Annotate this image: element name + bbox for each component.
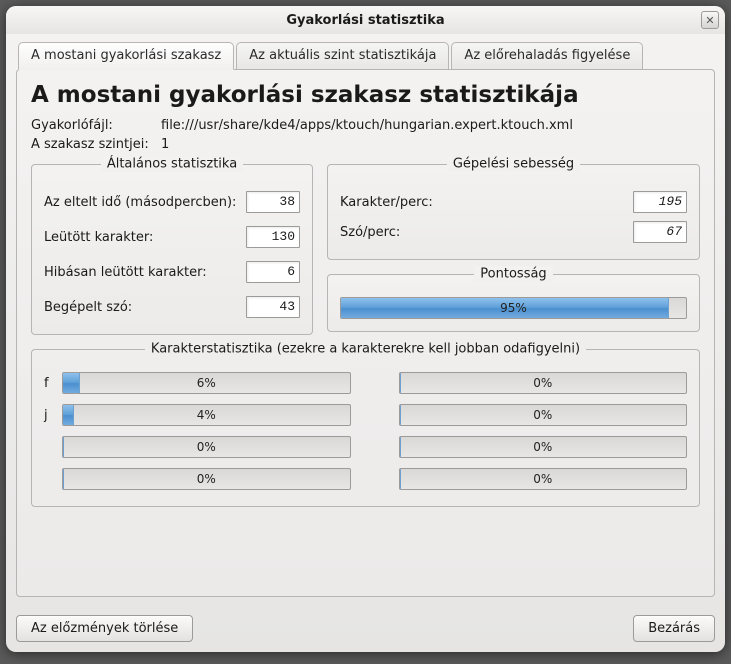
titlebar[interactable]: Gyakorlási statisztika ✕ [6, 6, 725, 34]
charstat-value: 0% [63, 469, 350, 489]
charstat-row: 0% [381, 436, 688, 458]
typed-value: 130 [246, 226, 300, 248]
typed-label: Leütött karakter: [44, 230, 153, 245]
charstat-value: 6% [63, 373, 350, 393]
elapsed-value: 38 [246, 191, 300, 213]
charstat-progress: 0% [62, 468, 351, 490]
tab-current-level[interactable]: Az aktuális szint statisztikája [236, 42, 449, 70]
wrong-value: 6 [246, 261, 300, 283]
charstat-value: 0% [400, 405, 687, 425]
group-charstats-legend: Karakterstatisztika (ezekre a karakterek… [145, 342, 586, 357]
group-general: Általános statisztika Az eltelt idő (más… [31, 164, 313, 335]
group-charstats: Karakterstatisztika (ezekre a karakterek… [31, 349, 700, 507]
tab-progress[interactable]: Az előrehaladás figyelése [451, 42, 643, 70]
meta-levels: A szakasz szintjei: 1 [31, 137, 700, 152]
group-speed: Gépelési sebesség Karakter/perc: 195 Szó… [327, 164, 700, 260]
charstat-progress: 4% [62, 404, 351, 426]
meta-file: Gyakorlófájl: file:///usr/share/kde4/app… [31, 118, 700, 133]
charstat-progress: 0% [62, 436, 351, 458]
accuracy-progress: 95% [340, 297, 687, 319]
charstat-progress: 0% [399, 404, 688, 426]
charstat-value: 0% [400, 437, 687, 457]
cpm-value: 195 [633, 191, 687, 213]
charstat-row: 0% [44, 468, 351, 490]
dialog-window: Gyakorlási statisztika ✕ A mostani gyako… [6, 6, 725, 652]
words-label: Begépelt szó: [44, 300, 132, 315]
meta-file-label: Gyakorlófájl: [31, 118, 161, 133]
charstat-value: 0% [400, 469, 687, 489]
charstat-row: 0% [44, 436, 351, 458]
charstat-value: 4% [63, 405, 350, 425]
charstat-row: 0% [381, 468, 688, 490]
accuracy-value: 95% [341, 298, 686, 318]
charstat-progress: 6% [62, 372, 351, 394]
elapsed-label: Az eltelt idő (másodpercben): [44, 195, 236, 210]
charstat-char: f [44, 376, 54, 391]
words-value: 43 [246, 296, 300, 318]
tabbar: A mostani gyakorlási szakasz Az aktuális… [18, 42, 715, 70]
charstat-char: j [44, 408, 54, 423]
meta-levels-label: A szakasz szintjei: [31, 137, 161, 152]
close-button[interactable]: Bezárás [633, 615, 715, 642]
content-area: A mostani gyakorlási szakasz Az aktuális… [6, 34, 725, 607]
charstat-progress: 0% [399, 372, 688, 394]
meta-levels-value: 1 [161, 137, 169, 152]
wpm-label: Szó/perc: [340, 225, 400, 240]
charstat-row: 0% [381, 372, 688, 394]
page-title: A mostani gyakorlási szakasz statisztiká… [31, 82, 700, 108]
clear-history-button[interactable]: Az előzmények törlése [16, 615, 193, 642]
charstat-row: 0% [381, 404, 688, 426]
cpm-label: Karakter/perc: [340, 195, 433, 210]
charstats-right-col: 0% 0% 0% 0% [381, 372, 688, 490]
tab-panel: A mostani gyakorlási szakasz statisztiká… [16, 69, 715, 597]
charstat-value: 0% [63, 437, 350, 457]
meta-file-value: file:///usr/share/kde4/apps/ktouch/hunga… [161, 118, 573, 133]
charstats-left-col: f 6% j 4% 0% 0% [44, 372, 351, 490]
group-accuracy: Pontosság 95% [327, 274, 700, 332]
group-general-legend: Általános statisztika [101, 157, 243, 172]
wpm-value: 67 [633, 221, 687, 243]
group-speed-legend: Gépelési sebesség [447, 157, 580, 172]
charstat-row: f 6% [44, 372, 351, 394]
wrong-label: Hibásan leütött karakter: [44, 265, 207, 280]
charstat-value: 0% [400, 373, 687, 393]
charstat-progress: 0% [399, 468, 688, 490]
close-icon[interactable]: ✕ [701, 11, 719, 29]
window-title: Gyakorlási statisztika [286, 13, 444, 28]
tab-current-session[interactable]: A mostani gyakorlási szakasz [18, 42, 234, 70]
group-accuracy-legend: Pontosság [474, 267, 552, 282]
charstat-row: j 4% [44, 404, 351, 426]
charstat-progress: 0% [399, 436, 688, 458]
footer: Az előzmények törlése Bezárás [6, 607, 725, 652]
